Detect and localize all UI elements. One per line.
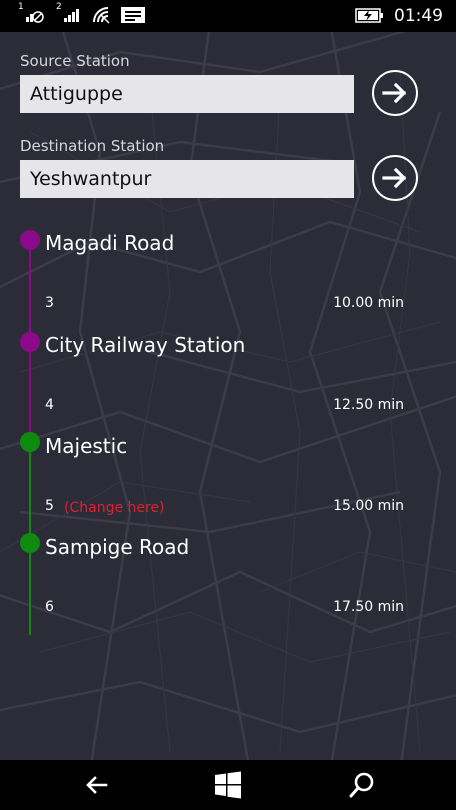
back-arrow-icon[interactable] [82, 770, 112, 800]
destination-go-button[interactable] [372, 155, 418, 201]
stop-count: 6 [45, 599, 54, 615]
clock: 01:49 [394, 6, 443, 26]
stop-count: 3 [45, 295, 54, 311]
travel-time: 17.50 min [333, 599, 404, 615]
source-go-button[interactable] [372, 70, 418, 116]
route-line-segment [29, 241, 31, 343]
route-line-segment [29, 543, 31, 635]
navigation-bar [0, 760, 456, 810]
arrow-right-icon [382, 167, 407, 189]
windows-icon[interactable] [213, 770, 243, 800]
message-icon [121, 7, 145, 23]
station-dot [20, 533, 40, 553]
travel-time: 12.50 min [333, 397, 404, 413]
source-station-input[interactable]: Attiguppe [20, 75, 354, 113]
station-dot [20, 332, 40, 352]
search-icon[interactable] [347, 770, 377, 800]
station-dot [20, 432, 40, 452]
station-name[interactable]: Magadi Road [45, 231, 174, 255]
station-dot [20, 230, 40, 250]
route-line-segment [29, 343, 31, 442]
sim2-label: 2 [56, 2, 62, 12]
station-name[interactable]: Majestic [45, 434, 127, 458]
travel-time: 15.00 min [333, 498, 404, 514]
station-name[interactable]: City Railway Station [45, 333, 245, 357]
change-here-note: (Change here) [64, 500, 165, 516]
source-station-label: Source Station [20, 52, 130, 70]
status-bar: 1 2 01:49 [0, 0, 456, 32]
route-line-segment [29, 442, 31, 543]
battery-charging-icon [355, 8, 383, 23]
stop-count: 5 [45, 498, 54, 514]
station-name[interactable]: Sampige Road [45, 535, 189, 559]
main-content: Source Station Attiguppe Destination Sta… [0, 32, 456, 760]
destination-station-label: Destination Station [20, 137, 165, 155]
travel-time: 10.00 min [333, 295, 404, 311]
sim1-label: 1 [18, 2, 24, 12]
arrow-right-icon [382, 82, 407, 104]
destination-station-input[interactable]: Yeshwantpur [20, 160, 354, 198]
stop-count: 4 [45, 397, 54, 413]
wifi-icon [93, 7, 110, 24]
sim1-signal-icon [26, 11, 44, 23]
